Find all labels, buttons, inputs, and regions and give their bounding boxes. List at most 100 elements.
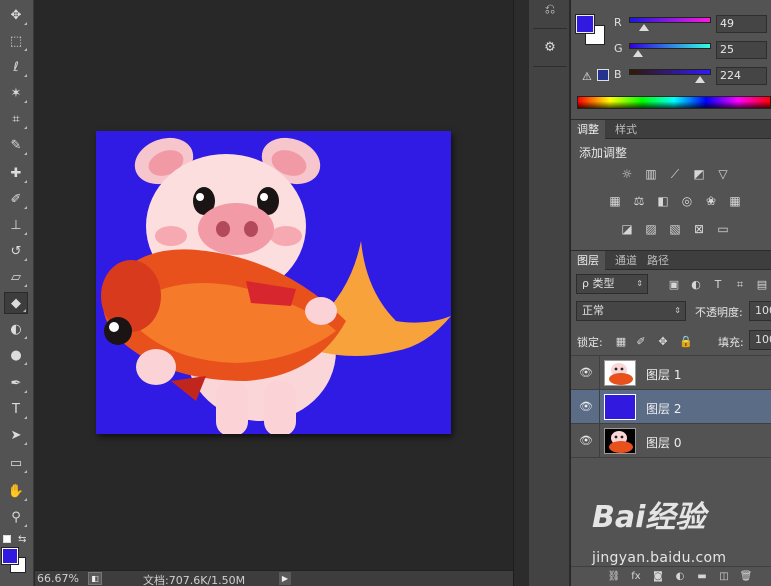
hue-saturation-icon[interactable]: ▦ bbox=[606, 193, 624, 209]
history-panel-icon[interactable]: ⎌ bbox=[538, 2, 562, 22]
visibility-eye-icon[interactable]: 👁 bbox=[579, 434, 593, 447]
red-value-field[interactable]: 49 bbox=[716, 15, 767, 33]
history-brush-tool-icon[interactable]: ↺ bbox=[4, 240, 28, 262]
zoom-level[interactable]: 66.67% bbox=[37, 572, 79, 585]
web-safe-color-swatch[interactable] bbox=[597, 69, 609, 81]
layer-row[interactable]: 👁 图层 0 bbox=[571, 424, 771, 458]
layer-thumbnail bbox=[604, 428, 636, 454]
lock-all-icon[interactable]: 🔒 bbox=[679, 335, 693, 348]
curves-icon[interactable]: ⟋ bbox=[666, 166, 684, 182]
layer-name[interactable]: 图层 1 bbox=[646, 366, 681, 383]
green-value-field[interactable]: 25 bbox=[716, 41, 767, 59]
magic-wand-tool-icon[interactable]: ✶ bbox=[4, 82, 28, 104]
document-canvas[interactable] bbox=[96, 131, 451, 434]
canvas-area[interactable] bbox=[35, 0, 513, 570]
dodge-tool-icon[interactable]: ● bbox=[4, 344, 28, 366]
black-white-icon[interactable]: ◧ bbox=[654, 193, 672, 209]
invert-icon[interactable]: ◪ bbox=[618, 221, 636, 237]
add-adjustment-title: 添加调整 bbox=[579, 146, 628, 160]
new-layer-icon[interactable]: ◫ bbox=[717, 571, 731, 584]
photo-filter-icon[interactable]: ◎ bbox=[678, 193, 696, 209]
color-balance-icon[interactable]: ⚖ bbox=[630, 193, 648, 209]
tab-styles[interactable]: 样式 bbox=[609, 120, 643, 139]
red-channel-label: R bbox=[614, 16, 622, 29]
blue-value-field[interactable]: 224 bbox=[716, 67, 767, 85]
type-tool-icon[interactable]: T bbox=[4, 398, 28, 420]
lock-position-icon[interactable]: ✥ bbox=[657, 335, 669, 348]
tab-channels[interactable]: 通道 bbox=[609, 251, 643, 270]
color-panel-foreground-swatch[interactable] bbox=[575, 14, 595, 34]
link-layers-icon[interactable]: ⛓ bbox=[607, 571, 621, 584]
eraser-tool-icon[interactable]: ▱ bbox=[4, 266, 28, 288]
tab-adjustments[interactable]: 调整 bbox=[571, 120, 605, 139]
crop-tool-icon[interactable]: ⌗ bbox=[4, 108, 28, 130]
visibility-eye-icon[interactable]: 👁 bbox=[579, 400, 593, 413]
blue-slider-thumb[interactable] bbox=[695, 76, 705, 83]
tab-layers[interactable]: 图层 bbox=[571, 251, 605, 270]
filter-type-icon[interactable]: T bbox=[711, 278, 725, 292]
eyedropper-tool-icon[interactable]: ✎ bbox=[4, 134, 28, 156]
channel-mixer-icon[interactable]: ❀ bbox=[702, 193, 720, 209]
selective-color-icon[interactable]: ⊠ bbox=[690, 221, 708, 237]
zoom-tool-icon[interactable]: ⚲ bbox=[4, 506, 28, 528]
exposure-icon[interactable]: ◩ bbox=[690, 166, 708, 182]
tab-paths[interactable]: 路径 bbox=[641, 251, 675, 270]
hand-tool-icon[interactable]: ✋ bbox=[4, 480, 28, 502]
path-selection-tool-icon[interactable]: ➤ bbox=[4, 424, 28, 446]
swap-colors-icon[interactable]: ⇆ bbox=[18, 534, 26, 545]
document-profile-icon[interactable]: ◧ bbox=[88, 572, 102, 585]
levels-icon[interactable]: ▥ bbox=[642, 166, 660, 182]
layer-row[interactable]: 👁 图层 1 bbox=[571, 356, 771, 390]
visibility-eye-icon[interactable]: 👁 bbox=[579, 366, 593, 379]
lasso-tool-icon[interactable]: ℓ bbox=[4, 56, 28, 78]
brightness-contrast-icon[interactable]: ☼ bbox=[618, 166, 636, 182]
out-of-gamut-warning-icon[interactable]: ⚠ bbox=[582, 70, 592, 83]
opacity-field[interactable]: 100 bbox=[749, 301, 771, 321]
gradient-map-icon[interactable]: ▭ bbox=[714, 221, 732, 237]
new-adjustment-layer-icon[interactable]: ◐ bbox=[673, 571, 687, 584]
status-menu-arrow-icon[interactable]: ▶ bbox=[279, 572, 291, 585]
layer-name[interactable]: 图层 0 bbox=[646, 434, 681, 451]
threshold-icon[interactable]: ▧ bbox=[666, 221, 684, 237]
red-slider[interactable] bbox=[629, 17, 711, 23]
blend-mode-select[interactable]: 正常 ⇕ bbox=[576, 301, 686, 321]
marquee-tool-icon[interactable]: ⬚ bbox=[4, 30, 28, 52]
new-group-icon[interactable]: ▬ bbox=[695, 571, 709, 584]
brush-tool-icon[interactable]: ✐ bbox=[4, 188, 28, 210]
filter-shape-icon[interactable]: ⌗ bbox=[733, 278, 747, 292]
filter-pixel-icon[interactable]: ▣ bbox=[667, 278, 681, 292]
pen-tool-icon[interactable]: ✒ bbox=[4, 372, 28, 394]
lock-image-icon[interactable]: ✐ bbox=[635, 335, 647, 348]
color-lookup-icon[interactable]: ▦ bbox=[726, 193, 744, 209]
add-mask-icon[interactable]: ◙ bbox=[651, 571, 665, 584]
green-slider-thumb[interactable] bbox=[633, 50, 643, 57]
delete-layer-icon[interactable]: 🗑 bbox=[739, 571, 753, 584]
default-colors-icon[interactable] bbox=[3, 535, 11, 543]
blur-tool-icon[interactable]: ◐ bbox=[4, 318, 28, 340]
rectangle-tool-icon[interactable]: ▭ bbox=[4, 452, 28, 474]
layer-style-icon[interactable]: fx bbox=[629, 571, 643, 584]
layer-name[interactable]: 图层 2 bbox=[646, 400, 681, 417]
filter-adjustment-icon[interactable]: ◐ bbox=[689, 278, 703, 292]
eye-column-divider bbox=[599, 390, 600, 424]
layer-filter-select[interactable]: ρ 类型 ⇕ bbox=[576, 274, 648, 294]
fill-field[interactable]: 100 bbox=[749, 330, 771, 350]
select-arrows-icon: ⇕ bbox=[636, 279, 643, 288]
clone-stamp-tool-icon[interactable]: ⊥ bbox=[4, 214, 28, 236]
blue-slider[interactable] bbox=[629, 69, 711, 75]
foreground-color-swatch[interactable] bbox=[1, 547, 19, 565]
green-slider[interactable] bbox=[629, 43, 711, 49]
lock-transparent-icon[interactable]: ▦ bbox=[615, 335, 627, 348]
layers-panel: 图层 通道 路径 ρ 类型 ⇕ ▣ ◐ T ⌗ ▤ 正常 ⇕ 不透明度: 100… bbox=[571, 250, 771, 586]
color-spectrum-ramp[interactable] bbox=[577, 96, 771, 109]
properties-panel-icon[interactable]: ⚙ bbox=[538, 40, 562, 60]
filter-smart-object-icon[interactable]: ▤ bbox=[755, 278, 769, 292]
red-slider-thumb[interactable] bbox=[639, 24, 649, 31]
paint-bucket-tool-icon[interactable]: ◆ bbox=[4, 292, 28, 314]
move-tool-icon[interactable]: ✥ bbox=[4, 4, 28, 26]
posterize-icon[interactable]: ▨ bbox=[642, 221, 660, 237]
layer-row-selected[interactable]: 👁 图层 2 bbox=[571, 390, 771, 424]
document-info: 文档:707.6K/1.50M bbox=[143, 574, 246, 586]
healing-brush-tool-icon[interactable]: ✚ bbox=[4, 162, 28, 184]
vibrance-icon[interactable]: ▽ bbox=[714, 166, 732, 182]
